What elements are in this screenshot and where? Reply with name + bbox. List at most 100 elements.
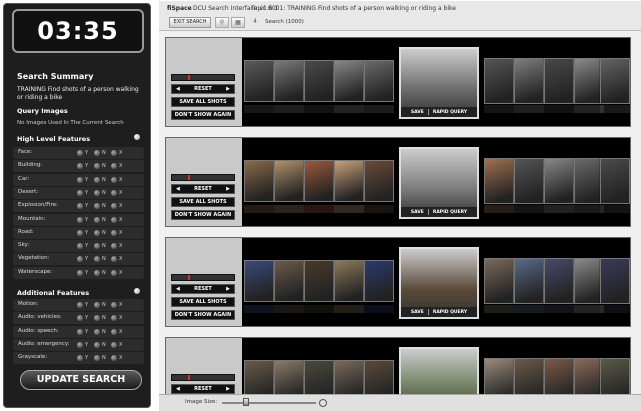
focused-shot[interactable]: SAVE RAPID QUERY [399, 47, 479, 119]
radio-icon[interactable] [77, 163, 83, 170]
radio-icon[interactable] [111, 243, 117, 250]
prev-arrow-icon[interactable]: ◀ [176, 386, 180, 392]
radio-icon[interactable] [111, 163, 117, 170]
feature-option-y[interactable]: Y [77, 302, 91, 308]
feature-option-x[interactable]: X [111, 229, 125, 236]
save-all-shots-button[interactable]: SAVE ALL SHOTS [171, 197, 235, 207]
timeline-marker[interactable] [188, 75, 190, 80]
feature-option-n[interactable]: N [94, 328, 108, 335]
radio-icon[interactable] [77, 189, 83, 196]
feature-option-x[interactable]: X [111, 341, 125, 348]
feature-option-x[interactable]: X [111, 355, 125, 362]
rapid-query-button[interactable]: RAPID QUERY [433, 210, 467, 215]
feature-option-y[interactable]: Y [77, 269, 91, 276]
feature-option-n[interactable]: N [94, 302, 108, 308]
radio-icon[interactable] [94, 216, 100, 223]
shot-thumbnail[interactable] [600, 58, 630, 104]
feature-option-n[interactable]: N [94, 163, 108, 170]
feature-option-y[interactable]: Y [77, 229, 91, 236]
radio-icon[interactable] [77, 328, 83, 335]
radio-icon[interactable] [77, 216, 83, 223]
radio-icon[interactable] [77, 269, 83, 276]
radio-icon[interactable] [94, 328, 100, 335]
zoom-icon[interactable] [319, 399, 327, 407]
radio-icon[interactable] [111, 150, 117, 156]
feature-option-n[interactable]: N [94, 355, 108, 362]
shot-thumbnail[interactable] [244, 60, 274, 102]
radio-icon[interactable] [94, 163, 100, 170]
feature-option-n[interactable]: N [94, 256, 108, 263]
shot-thumbnail[interactable] [274, 260, 304, 302]
radio-icon[interactable] [94, 229, 100, 236]
next-arrow-icon[interactable]: ▶ [226, 86, 230, 92]
radio-icon[interactable] [111, 189, 117, 196]
shot-thumbnail[interactable] [244, 160, 274, 202]
radio-icon[interactable] [77, 243, 83, 250]
shot-thumbnail[interactable] [544, 58, 574, 104]
feature-option-n[interactable]: N [94, 229, 108, 236]
radio-icon[interactable] [111, 256, 117, 263]
timeline-marker[interactable] [188, 175, 190, 180]
timeline-scrubber[interactable] [171, 174, 235, 181]
shot-thumbnail[interactable] [244, 260, 274, 302]
dont-show-again-button[interactable]: DON'T SHOW AGAIN [171, 110, 235, 120]
page-number[interactable]: 4 [248, 17, 262, 28]
radio-icon[interactable] [111, 302, 117, 308]
rapid-query-button[interactable]: RAPID QUERY [433, 310, 467, 315]
feature-option-x[interactable]: X [111, 203, 125, 210]
dont-show-again-button[interactable]: DON'T SHOW AGAIN [171, 210, 235, 220]
feature-option-n[interactable]: N [94, 269, 108, 276]
shot-thumbnail[interactable] [514, 58, 544, 104]
radio-icon[interactable] [77, 256, 83, 263]
image-view-icon[interactable]: ▦ [231, 17, 245, 28]
shot-thumbnail[interactable] [600, 258, 630, 304]
shot-thumbnail[interactable] [484, 158, 514, 204]
timeline-scrubber[interactable] [171, 374, 235, 381]
timeline-scrubber[interactable] [171, 74, 235, 81]
radio-icon[interactable] [77, 203, 83, 210]
shot-thumbnail[interactable] [364, 160, 394, 202]
feature-option-x[interactable]: X [111, 176, 125, 183]
feature-option-n[interactable]: N [94, 203, 108, 210]
feature-option-y[interactable]: Y [77, 203, 91, 210]
shot-thumbnail[interactable] [364, 260, 394, 302]
radio-icon[interactable] [94, 243, 100, 250]
image-size-slider-knob[interactable] [243, 398, 249, 406]
feature-option-y[interactable]: Y [77, 328, 91, 335]
reset-button[interactable]: ◀ RESET ▶ [171, 284, 235, 294]
feature-option-x[interactable]: X [111, 150, 125, 156]
shot-thumbnail[interactable] [304, 160, 334, 202]
feature-option-x[interactable]: X [111, 256, 125, 263]
feature-option-x[interactable]: X [111, 216, 125, 223]
radio-icon[interactable] [94, 302, 100, 308]
update-search-button[interactable]: UPDATE SEARCH [20, 370, 142, 390]
shot-thumbnail[interactable] [304, 60, 334, 102]
feature-option-n[interactable]: N [94, 341, 108, 348]
radio-icon[interactable] [94, 189, 100, 196]
feature-option-x[interactable]: X [111, 243, 125, 250]
focused-shot[interactable]: SAVE RAPID QUERY [399, 247, 479, 319]
feature-option-x[interactable]: X [111, 315, 125, 322]
next-arrow-icon[interactable]: ▶ [226, 186, 230, 192]
feature-option-y[interactable]: Y [77, 163, 91, 170]
radio-icon[interactable] [111, 355, 117, 362]
feature-option-n[interactable]: N [94, 315, 108, 322]
prev-arrow-icon[interactable]: ◀ [176, 286, 180, 292]
save-all-shots-button[interactable]: SAVE ALL SHOTS [171, 97, 235, 107]
radio-icon[interactable] [111, 328, 117, 335]
feature-option-y[interactable]: Y [77, 243, 91, 250]
timeline-scrubber[interactable] [171, 274, 235, 281]
radio-icon[interactable] [77, 150, 83, 156]
feature-option-y[interactable]: Y [77, 341, 91, 348]
save-shot-button[interactable]: SAVE [411, 310, 424, 315]
radio-icon[interactable] [111, 315, 117, 322]
shot-thumbnail[interactable] [544, 258, 574, 304]
radio-icon[interactable] [77, 176, 83, 183]
shot-thumbnail[interactable] [334, 260, 364, 302]
image-size-slider[interactable] [222, 402, 316, 404]
feature-option-y[interactable]: Y [77, 315, 91, 322]
feature-option-n[interactable]: N [94, 216, 108, 223]
radio-icon[interactable] [111, 269, 117, 276]
shot-thumbnail[interactable] [364, 60, 394, 102]
prev-arrow-icon[interactable]: ◀ [176, 86, 180, 92]
